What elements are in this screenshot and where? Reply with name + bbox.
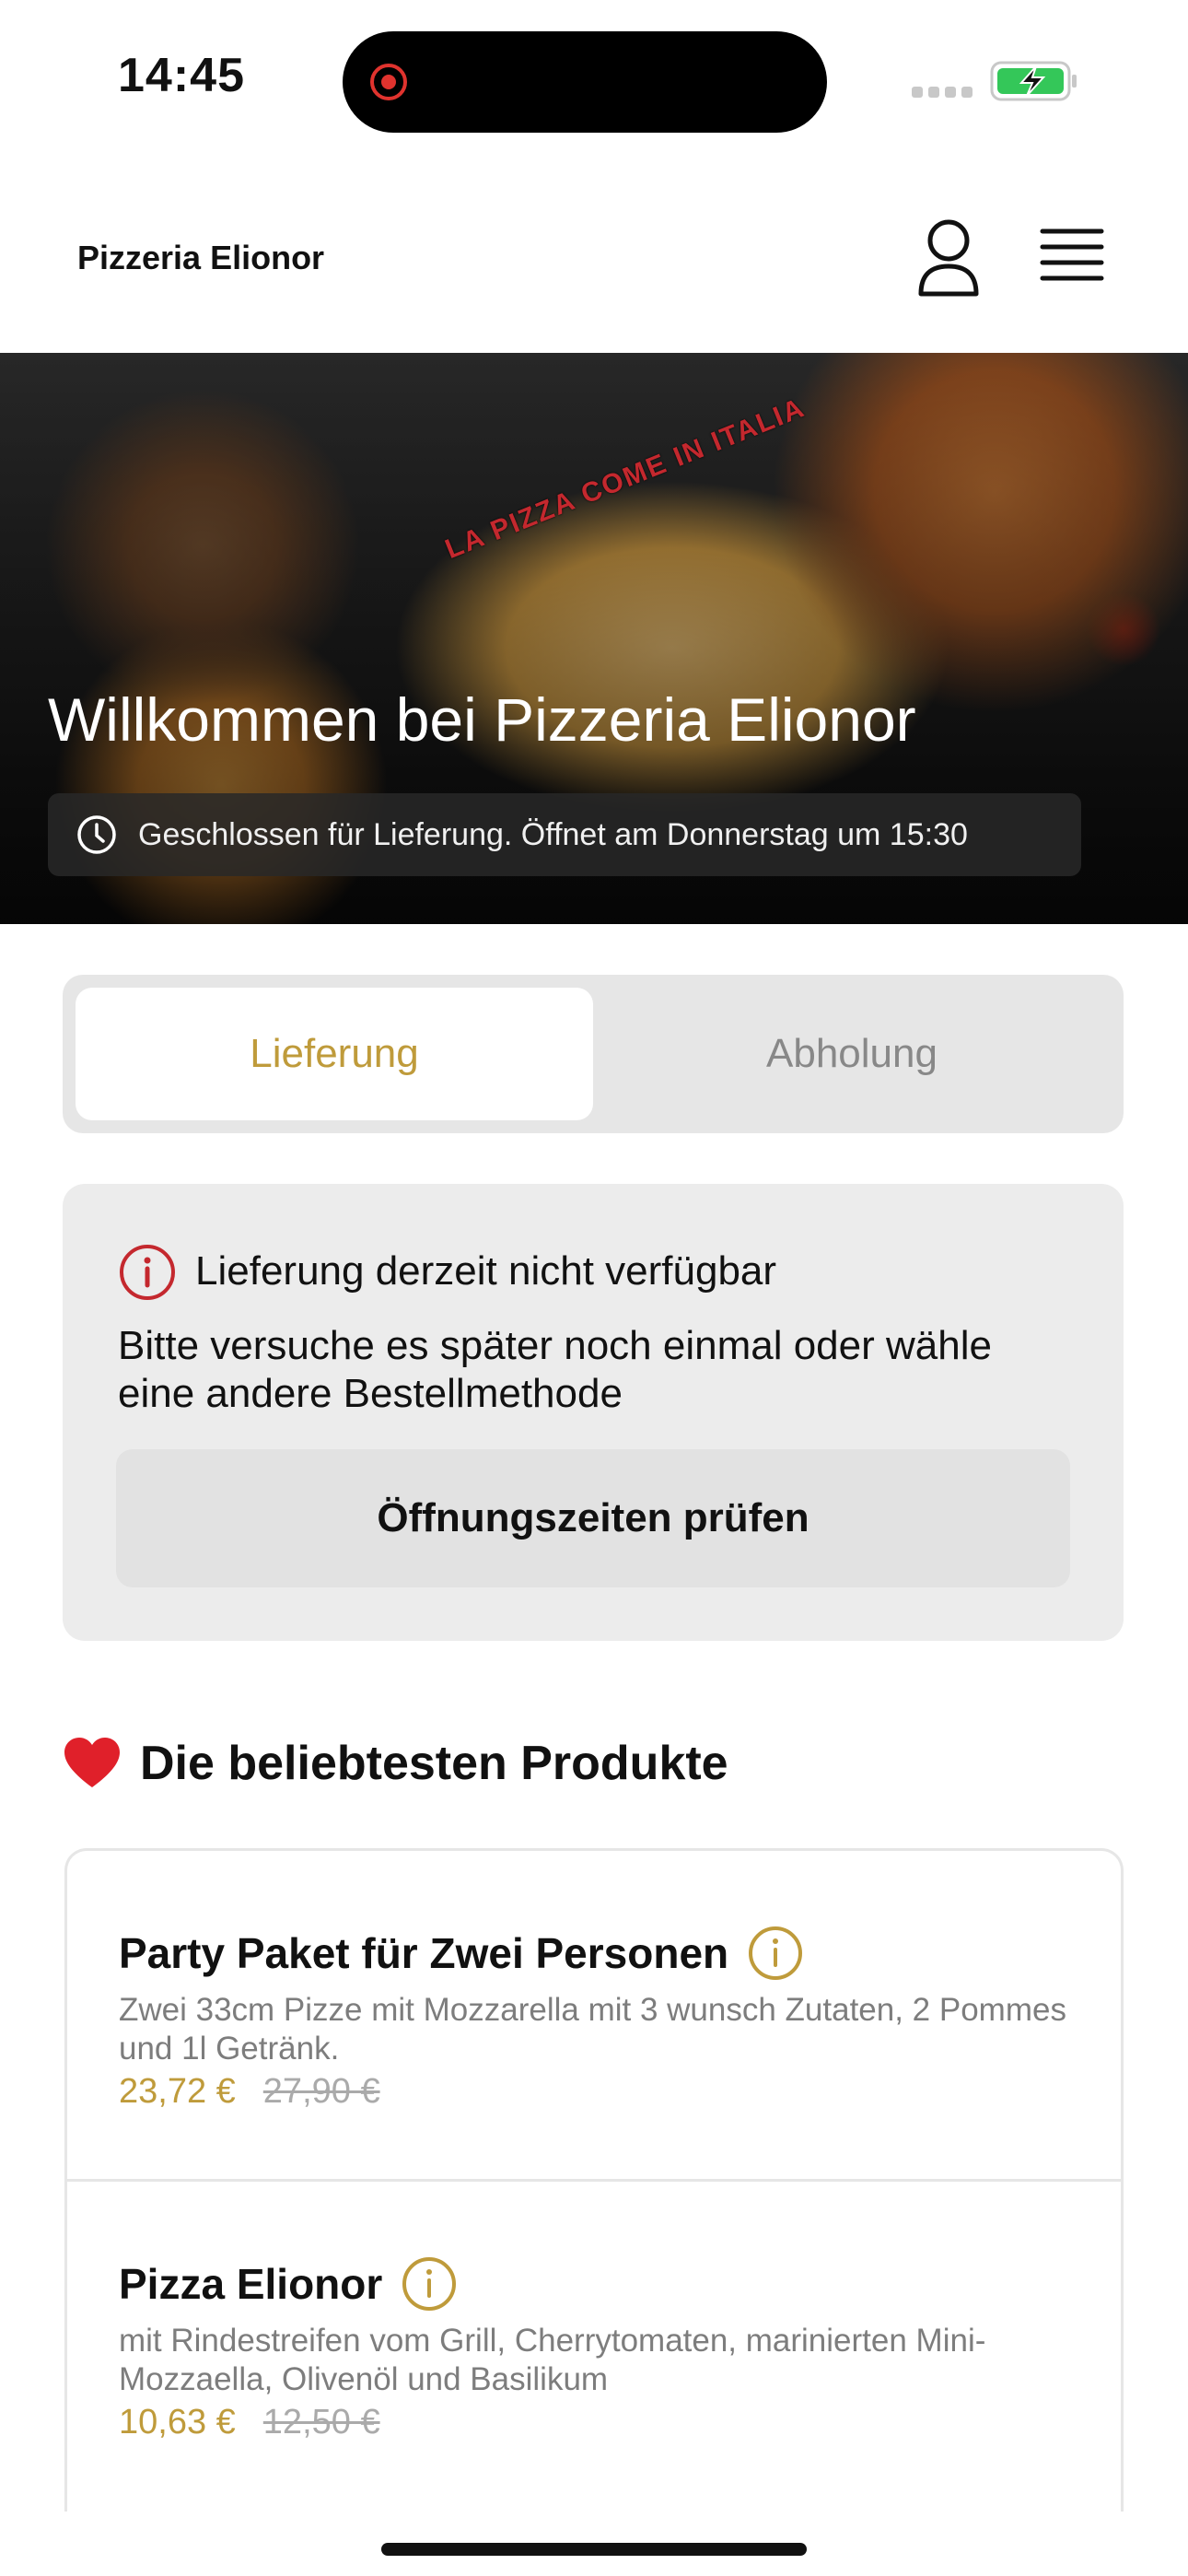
hero-stamp: LA PIZZA COME IN ITALIA	[440, 392, 809, 566]
product-name-text: Party Paket für Zwei Personen	[119, 1929, 729, 1977]
app-header: Pizzeria Elionor	[0, 161, 1188, 353]
battery-charging-icon	[990, 61, 1077, 101]
delivery-unavailable-notice: Lieferung derzeit nicht verfügbar Bitte …	[63, 1184, 1124, 1641]
status-time: 14:45	[118, 49, 245, 102]
product-price: 10,63 € 12,50 €	[119, 2403, 380, 2442]
product-description: mit Rindestreifen vom Grill, Cherrytomat…	[119, 2323, 986, 2397]
tab-delivery[interactable]: Lieferung	[76, 988, 593, 1120]
product-name: Pizza Elionor	[119, 2255, 458, 2313]
opening-status-text: Geschlossen für Lieferung. Öffnet am Don…	[138, 816, 968, 852]
heart-icon	[64, 1738, 120, 1787]
product-description: Zwei 33cm Pizze mit Mozzarella mit 3 wun…	[119, 1992, 1066, 2067]
popular-section-title: Die beliebtesten Produkte	[63, 1736, 728, 1791]
status-bar: 14:45	[0, 0, 1188, 161]
product-name-text: Pizza Elionor	[119, 2260, 383, 2308]
hero-banner: LA PIZZA COME IN ITALIA Willkommen bei P…	[0, 353, 1188, 924]
popular-title-text: Die beliebtesten Produkte	[140, 1737, 728, 1790]
product-name: Party Paket für Zwei Personen	[119, 1925, 804, 1982]
price-current: 10,63 €	[119, 2403, 236, 2441]
notice-title: Lieferung derzeit nicht verfügbar	[195, 1248, 777, 1294]
order-method-toggle: Lieferung Abholung	[63, 975, 1124, 1133]
info-icon[interactable]	[747, 1925, 804, 1982]
info-icon[interactable]	[401, 2255, 458, 2313]
clock-icon	[77, 815, 116, 854]
price-original: 12,50 €	[262, 2403, 380, 2441]
hero-title: Willkommen bei Pizzeria Elionor	[48, 685, 916, 754]
price-current: 23,72 €	[119, 2072, 236, 2111]
user-icon[interactable]	[912, 217, 985, 299]
brand-title[interactable]: Pizzeria Elionor	[77, 239, 324, 277]
dynamic-island	[343, 31, 827, 133]
product-price: 23,72 € 27,90 €	[119, 2072, 380, 2112]
tab-pickup[interactable]: Abholung	[593, 988, 1111, 1120]
price-original: 27,90 €	[262, 2072, 380, 2111]
opening-status: Geschlossen für Lieferung. Öffnet am Don…	[48, 793, 1081, 876]
product-list: Party Paket für Zwei Personen Zwei 33cm …	[64, 1848, 1124, 2512]
list-item[interactable]: Party Paket für Zwei Personen Zwei 33cm …	[67, 1851, 1121, 2179]
check-opening-hours-button[interactable]: Öffnungszeiten prüfen	[116, 1449, 1070, 1587]
list-item[interactable]: Pizza Elionor mit Rindestreifen vom Gril…	[67, 2179, 1121, 2507]
signal-icon	[912, 87, 973, 98]
menu-icon[interactable]	[1039, 224, 1105, 288]
recording-icon	[370, 64, 407, 100]
home-indicator[interactable]	[381, 2543, 807, 2556]
alert-icon	[120, 1245, 175, 1300]
notice-text: Bitte versuche es später noch einmal ode…	[118, 1323, 992, 1416]
